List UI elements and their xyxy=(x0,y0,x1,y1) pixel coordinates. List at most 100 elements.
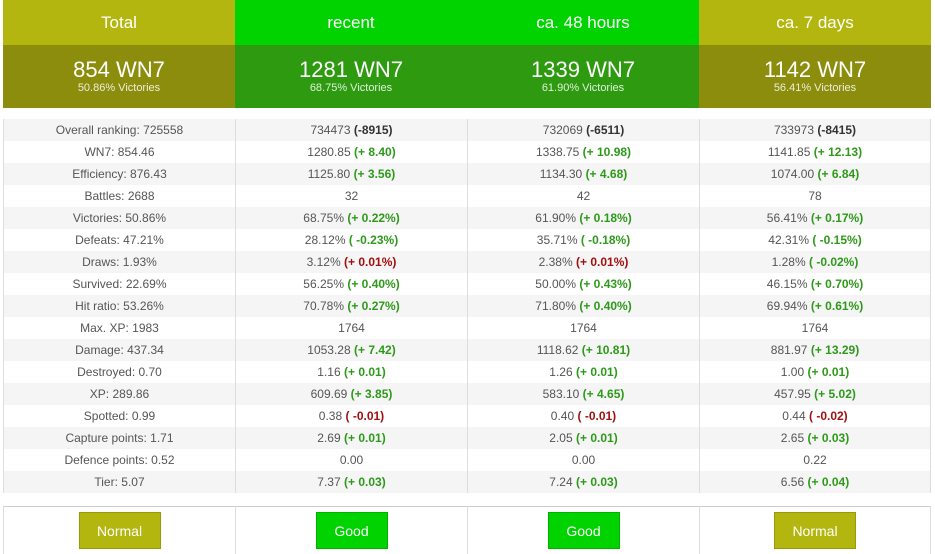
wn7-summary: 854 WN7 50.86% Victories xyxy=(3,45,235,108)
stat-row: Damage: 437.34 xyxy=(4,339,235,361)
stat-row: Max. XP: 1983 xyxy=(80,321,159,335)
rating-footer: Normal xyxy=(699,506,931,554)
column-recent: recent 1281 WN7 68.75% Victories 734473 … xyxy=(235,0,467,554)
stat-row: 7.24 (+ 0.03) xyxy=(468,471,699,493)
stat-row: 1.00 (+ 0.01) xyxy=(780,365,850,379)
wn7-score: 854 WN7 xyxy=(73,57,165,82)
stat-row: 734473 (-8915) xyxy=(236,119,467,141)
wn7-summary: 1142 WN7 56.41% Victories xyxy=(699,45,931,108)
stat-row: 1118.62 (+ 10.81) xyxy=(468,339,699,361)
column-7-days: ca. 7 days 1142 WN7 56.41% Victories 733… xyxy=(699,0,931,554)
rating-footer: Good xyxy=(235,506,467,554)
stat-row: 0.00 xyxy=(571,453,596,467)
stat-row: 42.31% ( -0.15%) xyxy=(768,233,862,247)
rating-footer: Good xyxy=(467,506,699,554)
stat-row: 1.26 (+ 0.01) xyxy=(549,365,618,379)
wn7-summary: 1339 WN7 61.90% Victories xyxy=(467,45,699,108)
stat-row: 583.10 (+ 4.65) xyxy=(468,383,699,405)
stat-row: 1125.80 (+ 3.56) xyxy=(236,163,467,185)
stat-rows: Overall ranking: 725558 WN7: 854.46 Effi… xyxy=(3,119,235,493)
stat-rows: 732069 (-6511) 1338.75 (+ 10.98) 1134.30… xyxy=(467,119,699,493)
stat-row: 1.16 (+ 0.01) xyxy=(317,365,386,379)
column-total: Total 854 WN7 50.86% Victories Overall r… xyxy=(3,0,235,554)
column-header: ca. 7 days xyxy=(699,0,931,45)
stat-row: 7.37 (+ 0.03) xyxy=(236,471,467,493)
stat-row: Destroyed: 0.70 xyxy=(77,365,162,379)
stat-row: 69.94% (+ 0.61%) xyxy=(700,295,930,317)
stat-row: 32 xyxy=(344,189,359,203)
stat-row: Capture points: 1.71 xyxy=(4,427,235,449)
stat-row: Victories: 50.86% xyxy=(4,207,235,229)
stat-row: 1338.75 (+ 10.98) xyxy=(535,145,632,159)
stat-row: 1141.85 (+ 12.13) xyxy=(767,145,863,159)
stat-row: 0.00 xyxy=(339,453,364,467)
stat-row: 56.41% (+ 0.17%) xyxy=(700,207,930,229)
stat-row: 1764 xyxy=(338,321,365,335)
stat-row: Defence points: 0.52 xyxy=(64,453,175,467)
stat-rows: 734473 (-8915) 1280.85 (+ 8.40) 1125.80 … xyxy=(235,119,467,493)
wn7-summary: 1281 WN7 68.75% Victories xyxy=(235,45,467,108)
stat-row: XP: 289.86 xyxy=(4,383,235,405)
stat-row: 0.40 ( -0.01) xyxy=(550,409,617,423)
stat-row: 46.15% (+ 0.70%) xyxy=(766,277,864,291)
stat-row: 1764 xyxy=(801,321,829,335)
stat-row: 2.65 (+ 0.03) xyxy=(700,427,930,449)
stat-row: Hit ratio: 53.26% xyxy=(4,295,235,317)
stat-row: 70.78% (+ 0.27%) xyxy=(236,295,467,317)
victories-summary: 56.41% Victories xyxy=(773,82,857,94)
column-header: recent xyxy=(235,0,467,45)
stat-row: 0.44 ( -0.02) xyxy=(782,409,848,423)
stat-row: 71.80% (+ 0.40%) xyxy=(468,295,699,317)
stat-row: Overall ranking: 725558 xyxy=(4,119,235,141)
stat-row: 61.90% (+ 0.18%) xyxy=(468,207,699,229)
victories-summary: 68.75% Victories xyxy=(309,82,393,94)
stat-row: Battles: 2688 xyxy=(84,189,155,203)
stat-row: 42 xyxy=(576,189,591,203)
rating-button[interactable]: Good xyxy=(315,512,388,549)
stat-row: 732069 (-6511) xyxy=(468,119,699,141)
stat-row: 56.25% (+ 0.40%) xyxy=(303,277,400,291)
rating-button[interactable]: Good xyxy=(547,512,620,549)
stat-row: 2.38% (+ 0.01%) xyxy=(468,251,699,273)
stat-row: Defeats: 47.21% xyxy=(75,233,164,247)
column-48-hours: ca. 48 hours 1339 WN7 61.90% Victories 7… xyxy=(467,0,699,554)
stat-row: 0.38 ( -0.01) xyxy=(318,409,385,423)
stat-row: 609.69 (+ 3.85) xyxy=(236,383,467,405)
stat-row: 733973 (-8415) xyxy=(700,119,930,141)
stat-row: 1053.28 (+ 7.42) xyxy=(236,339,467,361)
stat-row: 457.95 (+ 5.02) xyxy=(700,383,930,405)
stat-row: 78 xyxy=(808,189,822,203)
rating-button[interactable]: Normal xyxy=(774,512,856,549)
stat-rows: 733973 (-8415) 1141.85 (+ 12.13) 1074.00… xyxy=(699,119,931,493)
stat-row: 2.69 (+ 0.01) xyxy=(236,427,467,449)
stat-row: Draws: 1.93% xyxy=(4,251,235,273)
stat-row: Tier: 5.07 xyxy=(4,471,235,493)
stat-row: 1.28% ( -0.02%) xyxy=(700,251,930,273)
stat-row: 68.75% (+ 0.22%) xyxy=(236,207,467,229)
stat-row: 0.22 xyxy=(803,453,827,467)
stat-row: 1134.30 (+ 4.68) xyxy=(468,163,699,185)
stat-row: 28.12% ( -0.23%) xyxy=(304,233,399,247)
stat-row: Efficiency: 876.43 xyxy=(4,163,235,185)
wn7-score: 1339 WN7 xyxy=(531,57,635,82)
rating-button[interactable]: Normal xyxy=(78,512,161,549)
rating-footer: Normal xyxy=(3,506,235,554)
stat-row: 1764 xyxy=(570,321,597,335)
stat-row: 1280.85 (+ 8.40) xyxy=(307,145,396,159)
stat-row: WN7: 854.46 xyxy=(84,145,155,159)
victories-summary: 61.90% Victories xyxy=(541,82,625,94)
stat-row: 881.97 (+ 13.29) xyxy=(700,339,930,361)
stat-row: 50.00% (+ 0.43%) xyxy=(535,277,632,291)
stat-row: 2.05 (+ 0.01) xyxy=(468,427,699,449)
stats-board: Total 854 WN7 50.86% Victories Overall r… xyxy=(3,0,933,554)
stat-row: 35.71% ( -0.18%) xyxy=(536,233,631,247)
stat-row: Survived: 22.69% xyxy=(72,277,167,291)
victories-summary: 50.86% Victories xyxy=(77,82,161,94)
stat-row: 6.56 (+ 0.04) xyxy=(700,471,930,493)
stat-row: 1074.00 (+ 6.84) xyxy=(700,163,930,185)
stat-row: 3.12% (+ 0.01%) xyxy=(236,251,467,273)
wn7-score: 1142 WN7 xyxy=(763,57,867,82)
column-header: ca. 48 hours xyxy=(467,0,699,45)
column-header: Total xyxy=(3,0,235,45)
wn7-score: 1281 WN7 xyxy=(299,57,403,82)
